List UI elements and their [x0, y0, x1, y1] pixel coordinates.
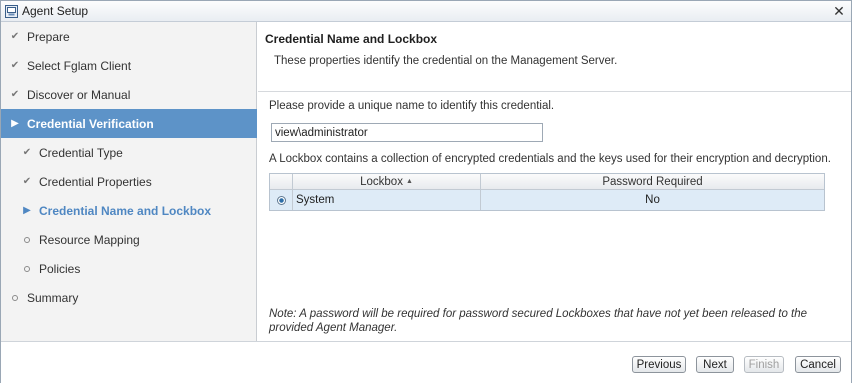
nav-step-label: Credential Verification: [27, 116, 154, 131]
triangle-right-icon: ▶: [11, 118, 19, 129]
page-subtitle: These properties identify the credential…: [274, 55, 618, 67]
nav-step-label: Summary: [27, 290, 79, 305]
row-select-cell[interactable]: [270, 190, 293, 210]
triangle-right-icon: ▶: [23, 205, 31, 216]
lockbox-grid: Lockbox ▲ Password Required System No: [269, 173, 825, 211]
checkmark-icon: ✔: [10, 60, 20, 71]
checkmark-icon: ✔: [22, 176, 32, 187]
nav-step-label: Policies: [39, 261, 81, 276]
sort-ascending-icon: ▲: [405, 178, 413, 185]
nav-step-resource-mapping[interactable]: Resource Mapping: [1, 225, 257, 254]
nav-step-prepare[interactable]: ✔ Prepare: [1, 22, 257, 51]
column-header-lockbox[interactable]: Lockbox ▲: [293, 174, 481, 189]
column-header-label: Lockbox: [360, 175, 403, 188]
main-panel: Credential Name and Lockbox These proper…: [258, 22, 851, 341]
circle-icon: [9, 292, 21, 304]
nav-step-credential-verification[interactable]: ▶ Credential Verification: [1, 109, 257, 138]
nav-step-label: Credential Type: [39, 145, 123, 160]
agent-setup-window: Agent Setup ✕ ✔ Prepare ✔ Select Fglam C…: [0, 0, 852, 383]
close-button[interactable]: ✕: [831, 3, 847, 19]
nav-step-credential-properties[interactable]: ✔ Credential Properties: [1, 167, 257, 196]
finish-button[interactable]: Finish: [744, 356, 784, 373]
grid-header-select: [270, 174, 293, 189]
table-row[interactable]: System No: [270, 190, 824, 210]
credential-name-input[interactable]: [271, 123, 543, 142]
next-button[interactable]: Next: [696, 356, 734, 373]
lockbox-note: Note: A password will be required for pa…: [269, 308, 808, 334]
nav-step-policies[interactable]: Policies: [1, 254, 257, 283]
cancel-button[interactable]: Cancel: [795, 356, 841, 373]
wizard-step-nav: ✔ Prepare ✔ Select Fglam Client ✔ Discov…: [1, 22, 257, 341]
cell-text: System: [296, 194, 335, 206]
credential-name-prompt: Please provide a unique name to identify…: [269, 100, 555, 112]
nav-step-label: Select Fglam Client: [27, 58, 132, 73]
title-bar: Agent Setup ✕: [1, 1, 851, 22]
checkmark-icon: ✔: [22, 147, 32, 158]
wizard-footer: Previous Next Finish Cancel: [1, 341, 851, 383]
previous-button[interactable]: Previous: [632, 356, 686, 373]
agent-setup-icon: [5, 4, 18, 18]
nav-step-select-fglam-client[interactable]: ✔ Select Fglam Client: [1, 51, 257, 80]
header-divider: [258, 91, 851, 92]
circle-icon: [21, 234, 33, 246]
radio-selected-icon[interactable]: [276, 195, 286, 205]
nav-step-label: Credential Properties: [39, 174, 152, 189]
cell-lockbox: System: [293, 190, 481, 210]
cell-text: No: [645, 194, 660, 206]
cell-password-required: No: [481, 190, 824, 210]
column-header-label: Password Required: [602, 175, 703, 188]
page-title: Credential Name and Lockbox: [265, 32, 438, 46]
window-title: Agent Setup: [22, 4, 89, 18]
nav-step-credential-type[interactable]: ✔ Credential Type: [1, 138, 257, 167]
checkmark-icon: ✔: [10, 89, 20, 100]
circle-icon: [21, 263, 33, 275]
nav-step-discover-or-manual[interactable]: ✔ Discover or Manual: [1, 80, 257, 109]
nav-step-label: Credential Name and Lockbox: [39, 203, 212, 218]
nav-step-label: Resource Mapping: [39, 232, 140, 247]
nav-step-summary[interactable]: Summary: [1, 283, 257, 312]
nav-step-credential-name-and-lockbox[interactable]: ▶ Credential Name and Lockbox: [1, 196, 257, 225]
column-header-password-required[interactable]: Password Required: [481, 174, 824, 189]
grid-header: Lockbox ▲ Password Required: [270, 174, 824, 190]
nav-step-label: Discover or Manual: [27, 87, 131, 102]
nav-step-label: Prepare: [27, 29, 70, 44]
lockbox-description: A Lockbox contains a collection of encry…: [269, 153, 831, 165]
checkmark-icon: ✔: [10, 31, 20, 42]
